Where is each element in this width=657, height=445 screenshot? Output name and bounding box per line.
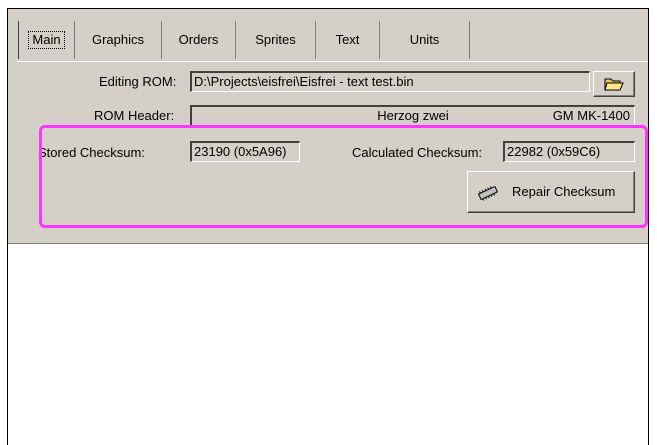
tab-bar: Main Graphics Orders Sprites Text Units [8,9,648,62]
stored-checksum-label: Stored Checksum: [38,145,145,160]
tab-orders-label: Orders [178,32,219,47]
calculated-checksum-label: Calculated Checksum: [352,145,483,160]
tab-graphics-label: Graphics [91,32,145,47]
tab-graphics[interactable]: Graphics [75,21,162,59]
repair-checksum-button[interactable]: Repair Checksum [467,171,635,213]
rom-header-label: ROM Header: [94,108,175,123]
editing-rom-field[interactable]: D:\Projects\eisfrei\Eisfrei - text test.… [190,71,590,92]
tab-main-label: Main [28,31,65,49]
editing-rom-value: D:\Projects\eisfrei\Eisfrei - text test.… [194,74,414,89]
rom-header-field: Herzog zwei GM MK-1400 [190,105,635,126]
tab-units[interactable]: Units [380,21,470,59]
rom-header-code: GM MK-1400 [552,108,630,123]
tab-units-label: Units [409,32,440,47]
stored-checksum-value: 23190 (0x5A96) [194,144,287,159]
tab-text-label: Text [335,32,360,47]
tab-bar-underline [17,61,648,62]
tab-sprites-label: Sprites [255,32,296,47]
repair-checksum-label: Repair Checksum [512,184,616,199]
calculated-checksum-value: 22982 (0x59C6) [507,144,601,159]
tab-sprites[interactable]: Sprites [236,21,316,59]
tab-orders[interactable]: Orders [162,21,236,59]
editing-rom-label: Editing ROM: [99,74,177,89]
tab-main[interactable]: Main [19,21,75,59]
main-window: Main Graphics Orders Sprites Text Units … [8,9,648,244]
stored-checksum-field: 23190 (0x5A96) [190,141,300,162]
browse-rom-button[interactable] [593,71,635,97]
chip-icon [477,185,499,201]
folder-icon [604,78,624,91]
tab-text[interactable]: Text [316,21,380,59]
calculated-checksum-field: 22982 (0x59C6) [503,141,635,162]
